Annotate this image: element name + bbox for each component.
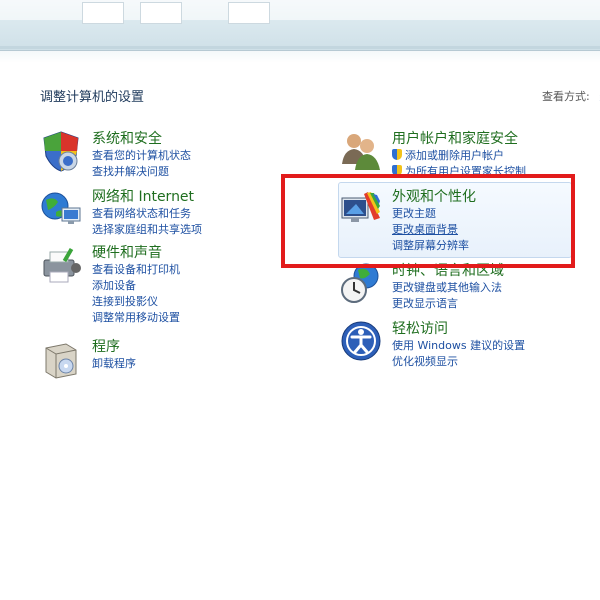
link-view-computer-status[interactable]: 查看您的计算机状态	[92, 148, 191, 164]
link-connect-projector[interactable]: 连接到投影仪	[92, 294, 180, 310]
toolbar-divider	[0, 46, 600, 49]
link-change-display-language[interactable]: 更改显示语言	[392, 296, 504, 312]
link-add-remove-accounts[interactable]: 添加或删除用户帐户	[392, 148, 526, 164]
address-area	[0, 51, 600, 63]
link-mobility-settings[interactable]: 调整常用移动设置	[92, 310, 180, 326]
printer-icon	[43, 247, 81, 283]
shield-icon	[43, 131, 79, 172]
category-title[interactable]: 用户帐户和家庭安全	[392, 130, 526, 148]
red-highlight-box	[281, 174, 575, 268]
category-title[interactable]: 程序	[92, 338, 136, 356]
link-homegroup[interactable]: 选择家庭组和共享选项	[92, 222, 202, 238]
category-title[interactable]: 系统和安全	[92, 130, 191, 148]
ease-access-icon	[341, 321, 381, 361]
link-uninstall-program[interactable]: 卸载程序	[92, 356, 136, 372]
link-optimize-video[interactable]: 优化视频显示	[392, 354, 525, 370]
link-change-keyboards[interactable]: 更改键盘或其他输入法	[392, 280, 504, 296]
users-icon	[342, 134, 380, 170]
category-title[interactable]: 硬件和声音	[92, 244, 180, 262]
globe-clock-icon	[341, 263, 379, 303]
link-devices-printers[interactable]: 查看设备和打印机	[92, 262, 180, 278]
page-title: 调整计算机的设置	[40, 90, 145, 105]
category-title[interactable]: 轻松访问	[392, 320, 525, 338]
toolbar-thumb	[82, 2, 124, 24]
toolbar-thumb	[140, 2, 182, 24]
programs-box-icon	[45, 343, 77, 379]
window-toolbar	[0, 0, 600, 51]
view-by-control[interactable]: 查看方式: 类	[542, 88, 600, 104]
link-add-device[interactable]: 添加设备	[92, 278, 180, 294]
link-recommended-settings[interactable]: 使用 Windows 建议的设置	[392, 338, 525, 354]
network-globe-icon	[41, 192, 81, 224]
toolbar-thumb	[228, 2, 270, 24]
category-title[interactable]: 网络和 Internet	[92, 188, 202, 206]
view-by-label: 查看方式:	[542, 90, 590, 103]
link-troubleshoot[interactable]: 查找并解决问题	[92, 164, 191, 180]
link-network-status[interactable]: 查看网络状态和任务	[92, 206, 202, 222]
